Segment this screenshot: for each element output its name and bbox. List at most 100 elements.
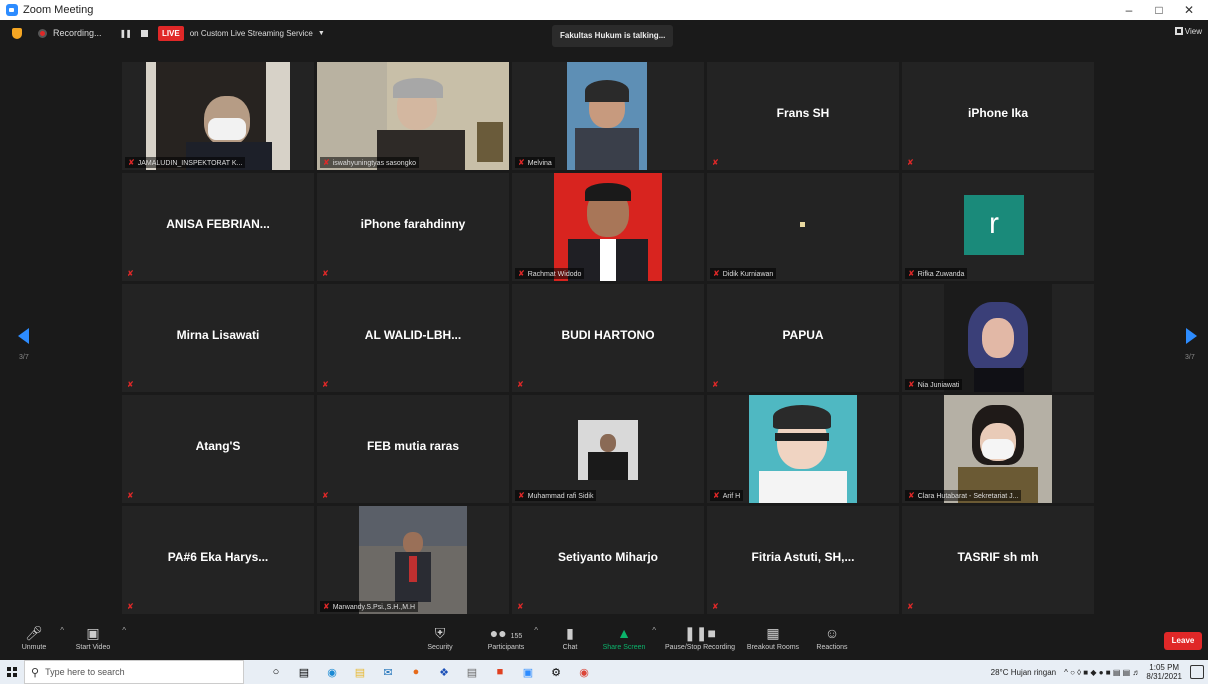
- participant-name: Mirna Lisawati: [176, 328, 260, 342]
- participant-video: [567, 62, 647, 170]
- participant-tile[interactable]: PA#6 Eka Harys... ✘: [122, 506, 314, 614]
- pause-stop-recording-button[interactable]: ❚❚■ Pause/Stop Recording: [660, 620, 740, 660]
- participant-tile[interactable]: r ✘ Rifka Zuwanda: [902, 173, 1094, 281]
- participant-tile[interactable]: BUDI HARTONO ✘: [512, 284, 704, 392]
- chevron-up-icon[interactable]: ^: [534, 626, 538, 635]
- unmute-button[interactable]: 🎤︎ Unmute ^: [14, 620, 64, 660]
- chevron-up-icon[interactable]: ^: [652, 626, 656, 635]
- participant-name: Rachmat Widodo: [527, 271, 582, 278]
- chat-button[interactable]: ▮ Chat: [552, 620, 588, 660]
- leave-button[interactable]: Leave: [1164, 632, 1202, 650]
- participant-tile[interactable]: ✘ Clara Hutabarat - Sekretariat J...: [902, 395, 1094, 503]
- stream-service-label[interactable]: on Custom Live Streaming Service: [190, 29, 313, 38]
- participant-video: [554, 173, 662, 281]
- participant-tile[interactable]: Setiyanto Miharjo ✘: [512, 506, 704, 614]
- close-button[interactable]: ✕: [1174, 0, 1204, 20]
- participant-tile[interactable]: TASRIF sh mh ✘: [902, 506, 1094, 614]
- video-off-icon: ▣: [86, 625, 100, 641]
- participant-tile[interactable]: ✘ JAMALUDIN_INSPEKTORAT K...: [122, 62, 314, 170]
- muted-mic-icon: ✘: [518, 491, 525, 500]
- breakout-label: Breakout Rooms: [746, 644, 800, 651]
- muted-mic-icon: ✘: [127, 602, 134, 611]
- muted-mic-icon: ✘: [127, 380, 134, 389]
- participant-tile[interactable]: iPhone Ika ✘: [902, 62, 1094, 170]
- participant-tile[interactable]: ✘ iswahyuningtyas sasongko: [317, 62, 509, 170]
- muted-mic-icon: ✘: [907, 158, 914, 167]
- participant-tile[interactable]: Mirna Lisawati ✘: [122, 284, 314, 392]
- participant-name-label: ✘ Rachmat Widodo: [515, 268, 585, 279]
- mail-icon[interactable]: ✉: [374, 666, 402, 679]
- office-icon[interactable]: ■: [486, 666, 514, 678]
- search-icon: ⚲: [31, 666, 40, 679]
- muted-mic-icon: ✘: [712, 602, 719, 611]
- next-page-arrow-icon[interactable]: [1186, 328, 1197, 344]
- dropbox-icon[interactable]: ❖: [430, 666, 458, 679]
- cortana-icon[interactable]: ○: [262, 666, 290, 678]
- windows-start-icon[interactable]: [0, 660, 24, 684]
- breakout-rooms-button[interactable]: ▦ Breakout Rooms: [744, 620, 802, 660]
- participant-tile[interactable]: Atang'S ✘: [122, 395, 314, 503]
- edge-icon[interactable]: ◉: [318, 666, 346, 679]
- shield-icon[interactable]: [12, 27, 22, 39]
- participant-tile[interactable]: Fitria Astuti, SH,... ✘: [707, 506, 899, 614]
- participant-tile[interactable]: iPhone farahdinny ✘: [317, 173, 509, 281]
- participant-tile[interactable]: FEB mutia raras ✘: [317, 395, 509, 503]
- firefox-icon[interactable]: ●: [402, 666, 430, 678]
- reactions-label: Reactions: [816, 644, 848, 651]
- participant-tile[interactable]: ✘ Marwandy.S.Psi.,S.H.,M.H: [317, 506, 509, 614]
- muted-mic-icon: ✘: [323, 602, 330, 611]
- zoom-taskbar-icon[interactable]: ▣: [514, 666, 542, 679]
- pause-stop-icon: ❚❚■: [684, 625, 716, 641]
- participants-button[interactable]: ●● 155 Participants ^: [484, 620, 538, 660]
- participant-tile[interactable]: Frans SH ✘: [707, 62, 899, 170]
- meeting-controls: 🎤︎ Unmute ^ ▣ Start Video ^ ⛨ Security ●…: [0, 620, 1208, 660]
- grid-view-icon: [1174, 27, 1183, 35]
- muted-mic-icon: ✘: [517, 380, 524, 389]
- participant-tile[interactable]: ✘ Nia Juniawati: [902, 284, 1094, 392]
- start-video-button[interactable]: ▣ Start Video ^: [70, 620, 126, 660]
- taskbar-clock[interactable]: 1:05 PM 8/31/2021: [1146, 663, 1182, 681]
- participant-tile[interactable]: ✘ Rachmat Widodo: [512, 173, 704, 281]
- chevron-up-icon[interactable]: ^: [60, 626, 64, 635]
- file-explorer-icon[interactable]: ▤: [346, 666, 374, 679]
- weather-widget[interactable]: 28°C Hujan ringan: [991, 668, 1056, 677]
- stop-recording-icon[interactable]: [140, 29, 148, 37]
- chevron-up-icon[interactable]: ^: [122, 626, 126, 635]
- participant-name-label: ✘ Melvina: [515, 157, 555, 168]
- muted-mic-icon: ✘: [322, 269, 329, 278]
- notification-icon[interactable]: [1190, 665, 1204, 679]
- live-badge: LIVE: [157, 25, 184, 41]
- search-placeholder: Type here to search: [45, 667, 125, 677]
- participant-tile[interactable]: PAPUA ✘: [707, 284, 899, 392]
- participant-name: iPhone farahdinny: [360, 217, 466, 231]
- participant-tile[interactable]: ✘ Arif H: [707, 395, 899, 503]
- document-icon[interactable]: ▤: [458, 666, 486, 679]
- recording-status: Recording...: [53, 28, 102, 38]
- minimize-button[interactable]: –: [1114, 0, 1144, 20]
- chrome-icon[interactable]: ◉: [570, 666, 598, 679]
- participant-name-label: ✘ Arif H: [710, 490, 744, 501]
- security-button[interactable]: ⛨ Security: [420, 620, 460, 660]
- participant-tile[interactable]: ANISA FEBRIAN... ✘: [122, 173, 314, 281]
- pause-recording-icon[interactable]: ❚❚: [120, 29, 132, 38]
- participant-tile[interactable]: ✘ Melvina: [512, 62, 704, 170]
- restore-button[interactable]: □: [1144, 0, 1174, 20]
- participant-tile[interactable]: ✘ Muhammad rafi Sidik: [512, 395, 704, 503]
- meeting-area: Recording... ❚❚ LIVE on Custom Live Stre…: [0, 20, 1208, 620]
- participant-name-label: ✘ JAMALUDIN_INSPEKTORAT K...: [125, 157, 246, 168]
- chevron-down-icon[interactable]: ▼: [318, 30, 325, 37]
- task-view-icon[interactable]: ▤: [290, 666, 318, 679]
- reactions-button[interactable]: ☺ Reactions: [810, 620, 854, 660]
- taskbar-search[interactable]: ⚲ Type here to search: [24, 660, 244, 684]
- participant-video: [359, 506, 467, 614]
- participant-tile[interactable]: AL WALID-LBH... ✘: [317, 284, 509, 392]
- share-screen-button[interactable]: ▲ Share Screen ^: [602, 620, 656, 660]
- view-button[interactable]: View: [1174, 27, 1202, 36]
- participant-tile[interactable]: ✘ Didik Kurniawan: [707, 173, 899, 281]
- participant-video: [944, 284, 1052, 392]
- tray-icons[interactable]: ^ ○ ◊ ■ ◆ ● ■ ▤ ▤ ♬: [1064, 668, 1140, 677]
- participant-video: [146, 62, 290, 170]
- settings-gear-icon[interactable]: ⚙: [542, 666, 570, 679]
- previous-page-arrow-icon[interactable]: [18, 328, 29, 344]
- muted-mic-icon: ✘: [128, 158, 135, 167]
